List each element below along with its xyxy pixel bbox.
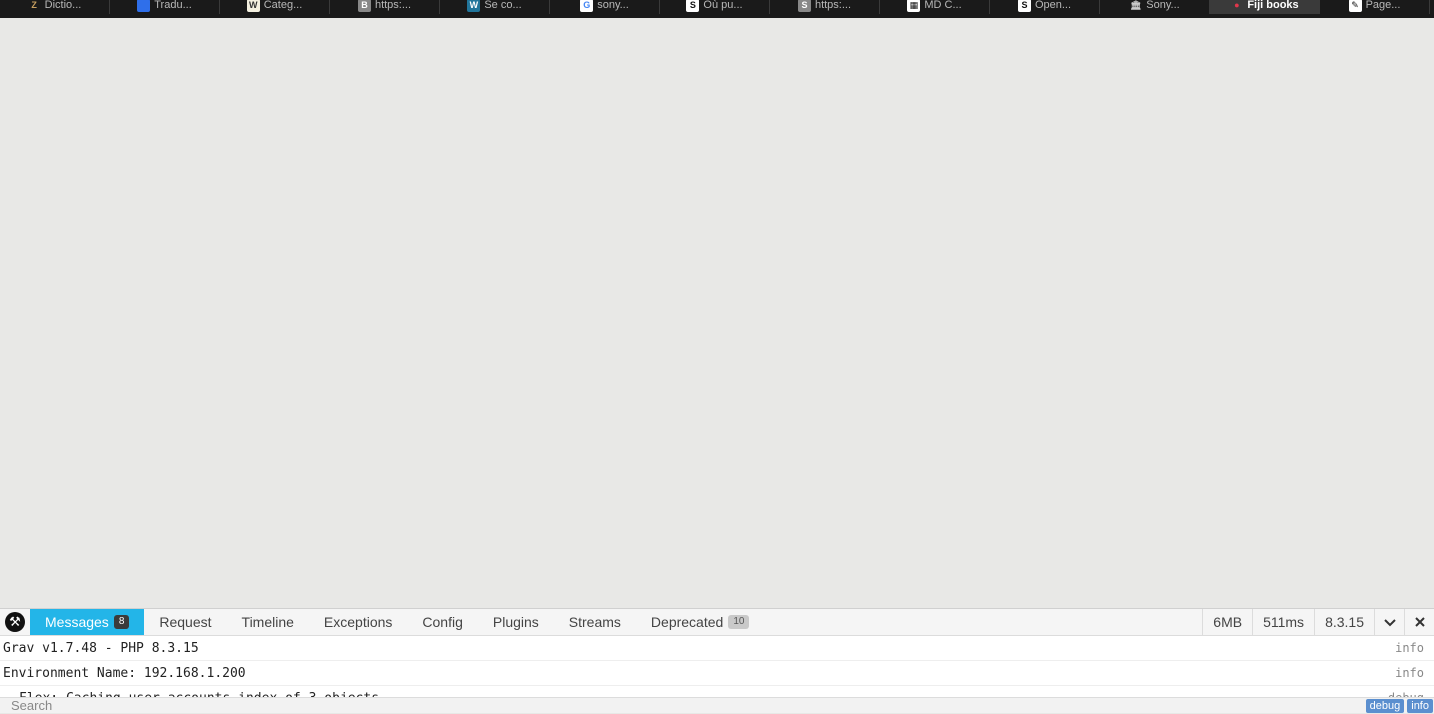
debugbar-tab-label: Deprecated bbox=[650, 614, 724, 630]
browser-tab[interactable]: Gsony... bbox=[550, 0, 660, 14]
browser-tab[interactable]: ● Fiji books bbox=[1210, 0, 1320, 14]
browser-tab[interactable]: W Se co... bbox=[440, 0, 550, 14]
browser-tab[interactable]: Tradu... bbox=[110, 0, 220, 14]
debugbar-tab-label: Request bbox=[159, 614, 212, 630]
s-icon: S bbox=[797, 0, 811, 12]
scribd-icon: S bbox=[686, 0, 700, 12]
wordpress-icon: W bbox=[467, 0, 481, 12]
debugbar-tab-label: Streams bbox=[568, 614, 621, 630]
time-indicator[interactable]: 511ms bbox=[1252, 609, 1314, 635]
debugbar-tab-deprecated[interactable]: Deprecated 10 bbox=[636, 609, 765, 635]
close-button[interactable] bbox=[1404, 609, 1434, 635]
browser-tab[interactable]: Shttps:... bbox=[770, 0, 880, 14]
message-row[interactable]: Environment Name: 192.168.1.200 info bbox=[0, 661, 1434, 686]
browser-tab-title: Dictio... bbox=[44, 0, 82, 11]
browser-tab-strip: Z Dictio... Tradu... W Categ... Bhttps:... W Se… bbox=[0, 0, 1434, 18]
debugbar-logo[interactable]: ⚒ bbox=[0, 609, 30, 635]
scribd-icon: S bbox=[1017, 0, 1031, 12]
browser-tab[interactable]: 🏛 Sony... bbox=[1100, 0, 1210, 14]
dictionary-icon: Z bbox=[27, 0, 41, 12]
browser-tab-title: Sony... bbox=[1146, 0, 1180, 11]
browser-tab[interactable]: Z Dictio... bbox=[0, 0, 110, 14]
browser-tab[interactable]: ▦ MD C... bbox=[880, 0, 990, 14]
message-text: Grav v1.7.48 - PHP 8.3.15 bbox=[3, 640, 199, 656]
debugbar-tab-streams[interactable]: Streams bbox=[554, 609, 636, 635]
debugbar-tab-exceptions[interactable]: Exceptions bbox=[309, 609, 407, 635]
browser-tab-title: Tradu... bbox=[154, 0, 192, 11]
google-icon: G bbox=[580, 0, 594, 12]
debugbar-tabs: Messages 8 Request Timeline Exceptions Config… bbox=[30, 609, 764, 635]
wikipedia-icon: W bbox=[246, 0, 260, 12]
debugbar-tab-plugins[interactable]: Plugins bbox=[478, 609, 554, 635]
bootstrap-icon: B bbox=[357, 0, 371, 12]
grav-icon: ● bbox=[1230, 0, 1244, 12]
debugbar-tab-label: Config bbox=[422, 614, 463, 630]
deepl-icon bbox=[137, 0, 151, 12]
calendar-icon: ▦ bbox=[907, 0, 921, 12]
browser-tab[interactable]: S Open... bbox=[990, 0, 1100, 14]
messages-filter: debug info bbox=[0, 697, 1434, 714]
debugbar-tab-messages[interactable]: Messages 8 bbox=[30, 609, 145, 635]
browser-tab-title: Fiji books bbox=[1247, 0, 1299, 11]
close-icon bbox=[1414, 614, 1425, 630]
browser-tab[interactable]: ✎ Page... bbox=[1320, 0, 1430, 14]
browser-tab-title: MD C... bbox=[924, 0, 962, 11]
browser-tab-title: https:... bbox=[374, 0, 412, 11]
browser-tab-title: Où pu... bbox=[703, 0, 743, 11]
filter-debug-button[interactable]: debug bbox=[1365, 698, 1405, 713]
message-text: Environment Name: 192.168.1.200 bbox=[3, 665, 246, 681]
browser-tab[interactable]: Bhttps:... bbox=[330, 0, 440, 14]
minimize-button[interactable] bbox=[1374, 609, 1404, 635]
page-content bbox=[0, 18, 1434, 608]
browser-tab-title: Se co... bbox=[484, 0, 522, 11]
debugbar-header: ⚒ Messages 8 Request Timeline Exceptions Conf… bbox=[0, 609, 1434, 636]
debugbar-tab-timeline[interactable]: Timeline bbox=[227, 609, 309, 635]
message-level: info bbox=[1395, 641, 1424, 655]
debugbar-tab-label: Exceptions bbox=[323, 614, 393, 630]
count-badge: 8 bbox=[113, 615, 130, 629]
debugbar-tab-label: Plugins bbox=[492, 614, 539, 630]
browser-tab-title: sony... bbox=[597, 0, 629, 11]
browser-tab[interactable]: W Categ... bbox=[220, 0, 330, 14]
browser-tab-title: https:... bbox=[814, 0, 852, 11]
memory-indicator[interactable]: 6MB bbox=[1202, 609, 1252, 635]
browser-tab-title: Categ... bbox=[263, 0, 303, 11]
grav-logo-icon: ⚒ bbox=[5, 612, 25, 632]
chevron-down-icon bbox=[1383, 614, 1396, 630]
message-row[interactable]: Grav v1.7.48 - PHP 8.3.15 info bbox=[0, 636, 1434, 661]
count-badge: 10 bbox=[728, 615, 750, 629]
debugbar: ⚒ Messages 8 Request Timeline Exceptions Conf… bbox=[0, 608, 1434, 714]
messages-panel: Grav v1.7.48 - PHP 8.3.15 info Environment… bbox=[0, 636, 1434, 698]
message-level: info bbox=[1395, 666, 1424, 680]
php-version-indicator[interactable]: 8.3.15 bbox=[1314, 609, 1374, 635]
browser-tab-title: Open... bbox=[1034, 0, 1072, 11]
browser-tab[interactable]: S Où pu... bbox=[660, 0, 770, 14]
museum-icon: 🏛 bbox=[1129, 0, 1143, 12]
debugbar-tab-label: Timeline bbox=[241, 614, 294, 630]
browser-tab-title: Page... bbox=[1365, 0, 1401, 11]
debugbar-tab-request[interactable]: Request bbox=[144, 609, 226, 635]
search-input[interactable] bbox=[0, 697, 1363, 714]
filter-info-button[interactable]: info bbox=[1407, 698, 1433, 713]
debugbar-tab-label: Messages bbox=[45, 614, 109, 630]
wrench-icon: ✎ bbox=[1348, 0, 1362, 12]
debugbar-tab-config[interactable]: Config bbox=[407, 609, 477, 635]
